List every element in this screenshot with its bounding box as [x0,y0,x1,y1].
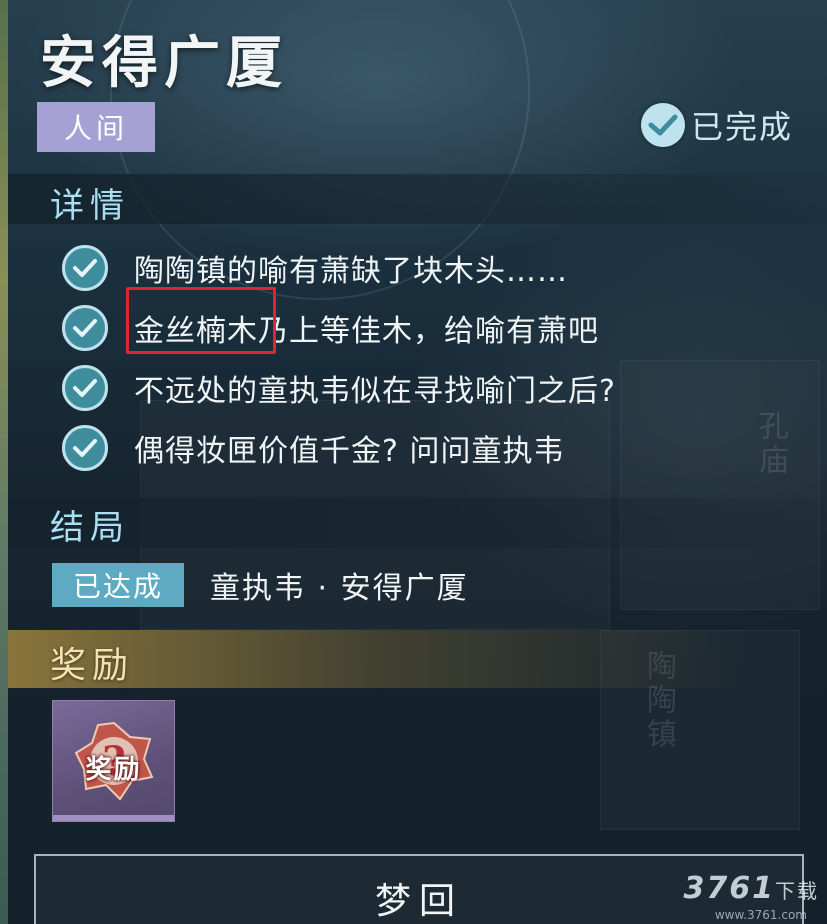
check-circle-icon [640,103,685,147]
task-list: 陶陶镇的喻有萧缺了块木头…… 金丝楠木乃上等佳木，给喻有萧吧 不远处的童执韦似在… [62,238,802,478]
task-item: 不远处的童执韦似在寻找喻门之后? [62,358,802,418]
watermark-brand: 3761 [683,871,775,906]
completion-status: 已完成 [640,102,793,148]
quest-title: 安得广厦 [40,30,288,96]
task-item: 偶得妆匣价值千金? 问问童执韦 [62,418,802,478]
watermark-url: www.3761.com [714,908,807,922]
task-text: 偶得妆匣价值千金? 问问童执韦 [134,434,565,469]
background-edge [0,0,8,924]
highlight-box [126,287,276,354]
reward-item-label: 奖励 [85,755,142,785]
watermark-suffix: 下载 [775,879,819,903]
realm-tag: 人间 [37,102,155,152]
ending-row: 已达成 童执韦 · 安得广厦 [52,563,469,607]
dream-return-label: 梦回 [374,881,463,922]
ending-header-bar [8,498,827,548]
quest-panel: 孔庙 陶陶镇 安得广厦 人间 已完成 详情 陶陶镇的喻有萧缺了块木头…… 金丝楠… [0,0,827,924]
ending-heading: 结局 [50,508,130,548]
ending-achieved-badge: 已达成 [52,563,184,607]
check-circle-icon [62,245,108,291]
mystery-reward-icon: ? 奖励 [72,719,156,803]
check-circle-icon [62,305,108,351]
task-text: 不远处的童执韦似在寻找喻门之后? [134,374,616,409]
reward-heading: 奖励 [50,645,135,686]
watermark-logo: 3761下载 [684,871,820,906]
details-header-bar [8,174,827,224]
reward-item-slot[interactable]: ? 奖励 [52,700,175,822]
ending-name: 童执韦 · 安得广厦 [210,571,469,606]
status-label: 已完成 [690,108,793,146]
details-heading: 详情 [50,186,130,226]
task-text: 陶陶镇的喻有萧缺了块木头…… [134,254,568,289]
check-circle-icon [62,425,108,471]
check-circle-icon [62,365,108,411]
